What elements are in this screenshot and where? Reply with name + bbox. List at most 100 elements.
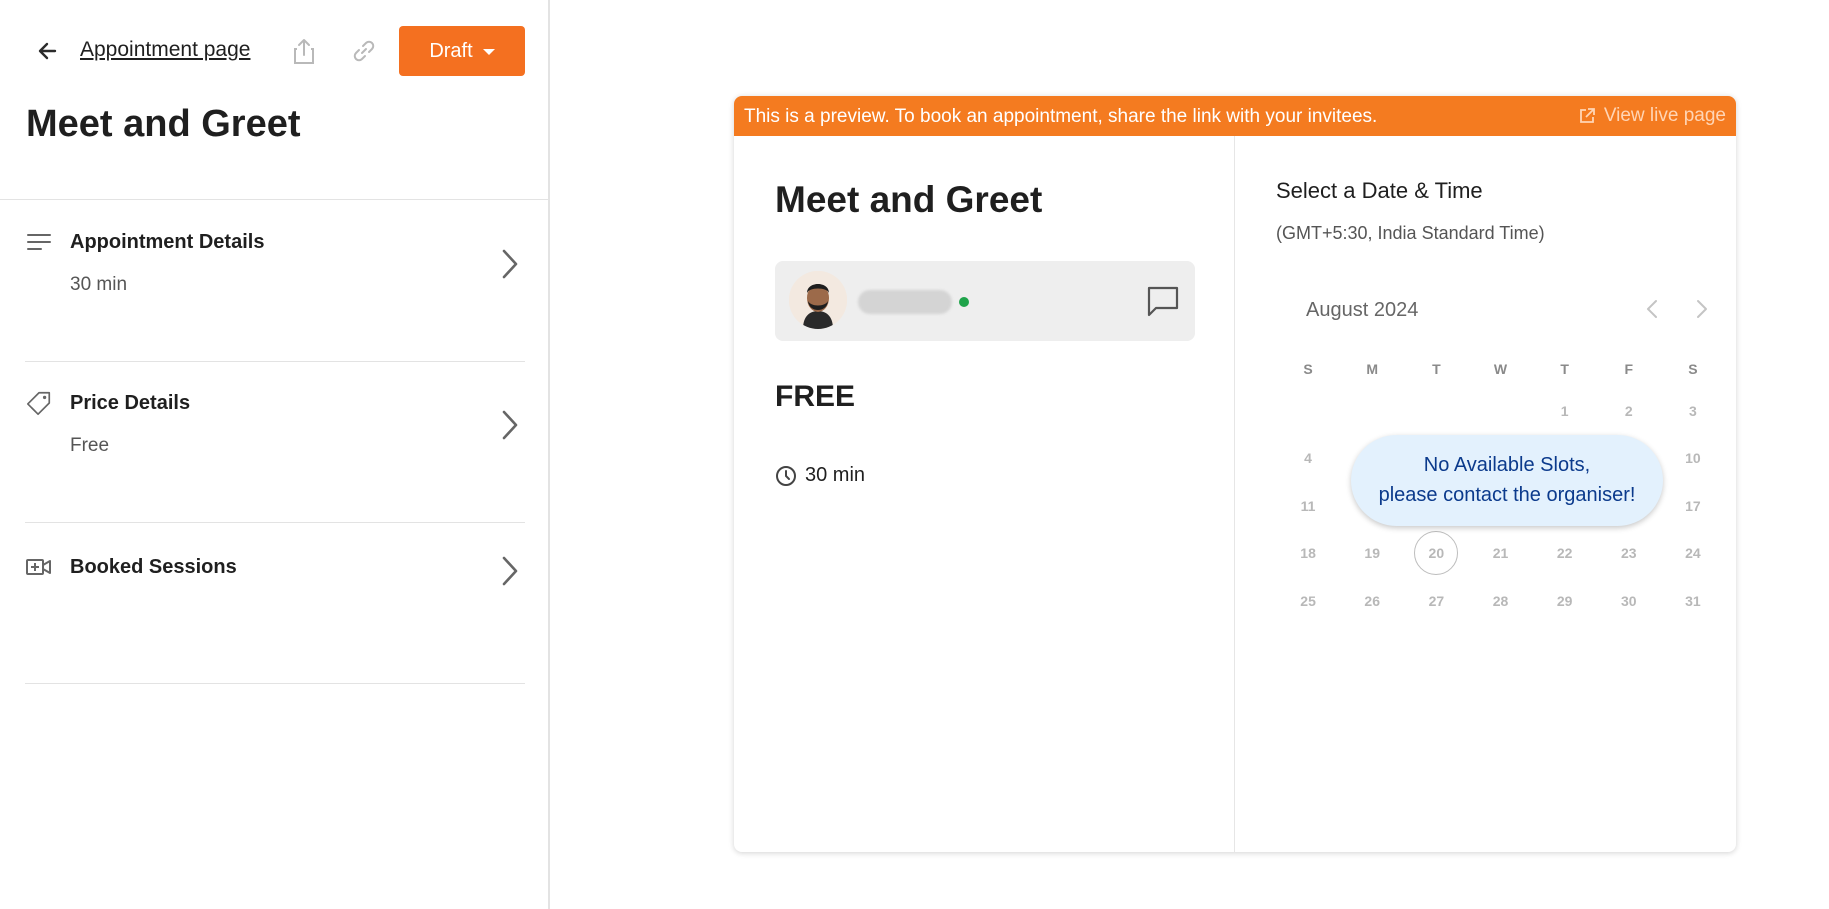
chevron-right-icon[interactable] [1689, 296, 1715, 322]
india-flag-icon [839, 317, 847, 329]
calendar-empty-cell [1468, 387, 1532, 435]
calendar-day-number: 17 [1685, 497, 1701, 514]
calendar-day-number: 23 [1620, 545, 1637, 562]
copy-link-icon[interactable] [348, 34, 380, 68]
calendar-day[interactable]: 4 [1276, 435, 1340, 483]
calendar-day[interactable]: 30 [1597, 577, 1661, 625]
event-price: FREE [775, 380, 856, 413]
host-name-redacted [858, 290, 952, 314]
calendar-day-number: 3 [1689, 402, 1697, 419]
preview-banner-text: This is a preview. To book an appointmen… [744, 106, 1378, 127]
calendar-day-number: 18 [1300, 545, 1316, 562]
calendar-day-number: 22 [1556, 545, 1573, 562]
no-slots-line: please contact the organiser! [1378, 484, 1636, 506]
divider [25, 361, 525, 362]
calendar-day-number: 19 [1364, 545, 1380, 562]
calendar-day-number: 21 [1492, 545, 1509, 562]
calendar-day[interactable]: 22 [1533, 530, 1597, 578]
page-title: Meet and Greet [26, 103, 301, 145]
calendar-day-number: 25 [1300, 592, 1316, 609]
appointment-details-section[interactable]: Appointment Details 30 min [25, 228, 525, 308]
calendar-day[interactable]: 24 [1661, 530, 1725, 578]
calendar-month: August 2024 [1306, 299, 1419, 321]
chevron-right-icon [497, 405, 523, 445]
calendar-day-number: 11 [1300, 497, 1316, 514]
section-subtitle: 30 min [70, 274, 128, 295]
preview-banner: This is a preview. To book an appointmen… [734, 96, 1736, 136]
calendar-day[interactable]: 29 [1533, 577, 1597, 625]
sidebar: Appointment page Draft Meet and Greet Ap… [0, 0, 550, 909]
no-slots-line: No Available Slots, [1423, 454, 1591, 476]
appointment-page-link[interactable]: Appointment page [80, 38, 250, 62]
weekday-label: S [1303, 361, 1313, 377]
calendar-week: 18 19 20 21 22 23 24 [1276, 530, 1725, 578]
timezone-label[interactable]: (GMT+5:30, India Standard Time) [1276, 223, 1545, 244]
calendar-day[interactable]: 26 [1340, 577, 1404, 625]
calendar-day[interactable]: 28 [1468, 577, 1532, 625]
online-status-dot [959, 297, 969, 307]
booked-sessions-section[interactable]: Booked Sessions [25, 553, 525, 593]
section-subtitle: Free [70, 435, 110, 456]
event-title: Meet and Greet [775, 179, 1043, 220]
calendar-day[interactable]: 2 [1597, 387, 1661, 435]
clock-icon [776, 465, 796, 486]
video-add-icon [25, 553, 53, 581]
chat-icon[interactable] [1145, 283, 1181, 319]
weekday-label: S [1688, 361, 1698, 377]
price-details-section[interactable]: Price Details Free [25, 389, 525, 469]
weekday-label: T [1560, 361, 1569, 377]
calendar-day-number: 30 [1620, 592, 1637, 609]
host-card [775, 261, 1195, 341]
host-avatar[interactable] [789, 271, 847, 329]
calendar-day[interactable]: 3 [1661, 387, 1725, 435]
calendar-day-number: 2 [1624, 402, 1633, 419]
calendar-day[interactable]: 19 [1340, 530, 1404, 578]
calendar-day-number: 20 [1414, 531, 1459, 576]
duration-label: 30 min [805, 464, 866, 486]
weekday-label: W [1493, 361, 1508, 377]
calendar-day[interactable]: 20 [1404, 530, 1468, 578]
calendar-day[interactable]: 27 [1404, 577, 1468, 625]
calendar-empty-cell [1404, 387, 1468, 435]
calendar-week: 1 2 3 [1276, 387, 1725, 435]
external-link-icon [1579, 108, 1595, 123]
calendar-day[interactable]: 11 [1276, 482, 1340, 530]
calendar-day-number: 26 [1364, 592, 1380, 609]
calendar-day-number: 31 [1685, 592, 1701, 609]
weekday-label: M [1366, 361, 1379, 377]
calendar-day[interactable]: 18 [1276, 530, 1340, 578]
event-info-panel: Meet and Greet FREE 30 min [734, 136, 1235, 852]
draft-label: Draft [429, 39, 473, 62]
calendar-empty-cell [1276, 387, 1340, 435]
calendar-day[interactable]: 10 [1661, 435, 1725, 483]
section-title: Booked Sessions [70, 556, 237, 578]
weekday-label: T [1432, 361, 1441, 377]
chevron-right-icon [497, 551, 523, 591]
chevron-right-icon [497, 244, 523, 284]
calendar-day[interactable]: 17 [1661, 482, 1725, 530]
select-date-title: Select a Date & Time [1276, 178, 1483, 203]
chevron-left-icon[interactable] [1639, 296, 1665, 322]
calendar-day-number: 1 [1560, 402, 1569, 419]
calendar-day[interactable]: 31 [1661, 577, 1725, 625]
calendar-day-number: 29 [1556, 592, 1573, 609]
calendar-day-number: 27 [1428, 592, 1445, 609]
list-lines-icon [25, 228, 53, 256]
calendar-day[interactable]: 25 [1276, 577, 1340, 625]
event-duration: 30 min [775, 464, 865, 487]
view-live-page-link[interactable]: View live page [1578, 105, 1726, 127]
booking-page-preview: This is a preview. To book an appointmen… [734, 96, 1736, 852]
share-icon[interactable] [288, 34, 320, 68]
calendar-day[interactable]: 21 [1468, 530, 1532, 578]
sidebar-toolbar: Appointment page Draft [0, 0, 548, 100]
calendar-day-number: 24 [1685, 545, 1701, 562]
back-arrow-icon[interactable] [30, 34, 64, 68]
calendar-day[interactable]: 1 [1533, 387, 1597, 435]
calendar-week: 25 26 27 28 29 30 31 [1276, 577, 1725, 625]
section-title: Price Details [70, 392, 191, 414]
divider [25, 522, 525, 523]
divider [25, 683, 525, 684]
calendar-day[interactable]: 23 [1597, 530, 1661, 578]
no-slots-notice: No Available Slots, please contact the o… [1351, 435, 1663, 526]
draft-status-button[interactable]: Draft [399, 26, 525, 76]
